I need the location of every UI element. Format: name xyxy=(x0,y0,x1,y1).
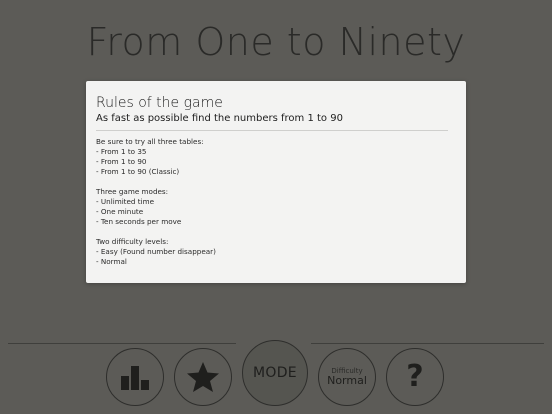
game-title: From One to Ninety xyxy=(86,20,466,64)
stats-button[interactable] xyxy=(106,348,164,406)
rules-body: Be sure to try all three tables: - From … xyxy=(96,137,450,267)
rules-item: - One minute xyxy=(96,207,144,216)
mode-button[interactable]: MODE xyxy=(242,340,308,406)
rules-section-heading: Be sure to try all three tables: xyxy=(96,137,204,146)
star-icon xyxy=(187,362,219,392)
rules-item: - From 1 to 90 xyxy=(96,157,147,166)
game-screen: From One to Ninety Rules of the game As … xyxy=(0,0,552,414)
modal-subtitle: As fast as possible find the numbers fro… xyxy=(96,113,343,124)
rules-item: - Easy (Found number disappear) xyxy=(96,247,216,256)
modal-divider xyxy=(96,130,448,131)
bar-chart-icon xyxy=(121,366,149,390)
difficulty-value: Normal xyxy=(327,374,367,387)
rules-section-heading: Three game modes: xyxy=(96,187,169,196)
rules-item: - Ten seconds per move xyxy=(96,217,182,226)
favorites-button[interactable] xyxy=(174,348,232,406)
modal-title: Rules of the game xyxy=(96,95,223,111)
rules-item: - From 1 to 35 xyxy=(96,147,147,156)
nav-divider-left xyxy=(8,343,236,344)
rules-item: - From 1 to 90 (Classic) xyxy=(96,167,180,176)
rules-item: - Normal xyxy=(96,257,127,266)
question-mark-icon: ? xyxy=(406,359,424,394)
rules-modal[interactable]: Rules of the game As fast as possible fi… xyxy=(86,81,466,283)
nav-divider-right xyxy=(311,343,544,344)
rules-section-heading: Two difficulty levels: xyxy=(96,237,169,246)
help-button[interactable]: ? xyxy=(386,348,444,406)
mode-label: MODE xyxy=(253,365,297,381)
rules-item: - Unlimited time xyxy=(96,197,155,206)
difficulty-button[interactable]: Difficulty Normal xyxy=(318,348,376,406)
